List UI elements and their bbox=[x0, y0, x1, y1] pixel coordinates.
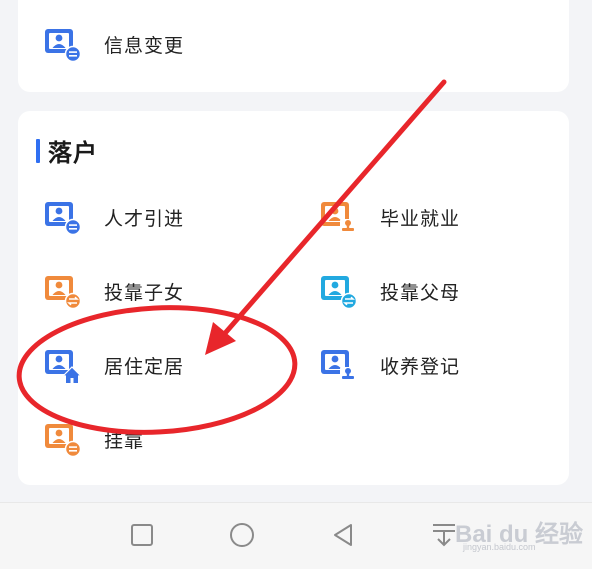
section-title: 落户 bbox=[36, 133, 98, 168]
person-card-exchange-icon bbox=[321, 276, 358, 310]
item-affiliation[interactable]: 挂靠 bbox=[42, 417, 144, 461]
person-card-home-icon bbox=[45, 350, 82, 383]
home-button[interactable] bbox=[229, 522, 255, 548]
item-label: 人才引进 bbox=[104, 207, 185, 230]
top-card: 信息变更 bbox=[18, 0, 569, 92]
item-label: 居住定居 bbox=[104, 355, 185, 378]
item-label: 挂靠 bbox=[104, 429, 145, 452]
item-residence-settlement[interactable]: 居住定居 bbox=[42, 343, 184, 387]
item-label: 投靠父母 bbox=[380, 281, 461, 304]
item-talent-introduction[interactable]: 人才引进 bbox=[42, 195, 184, 239]
triangle-back-icon bbox=[334, 524, 352, 546]
section-accent-bar bbox=[36, 138, 40, 163]
item-label: 收养登记 bbox=[380, 355, 461, 378]
item-label: 信息变更 bbox=[104, 34, 185, 57]
item-info-change[interactable]: 信息变更 bbox=[42, 22, 184, 66]
download-menu-icon bbox=[433, 524, 455, 547]
item-label: 投靠子女 bbox=[104, 281, 185, 304]
item-label: 毕业就业 bbox=[380, 207, 461, 230]
item-adoption-registration[interactable]: 收养登记 bbox=[318, 343, 460, 387]
person-card-list-icon bbox=[45, 424, 82, 458]
notification-pull-button[interactable] bbox=[431, 522, 457, 548]
watermark-url: jingyan.baidu.com bbox=[463, 542, 536, 552]
circle-home-icon bbox=[230, 523, 254, 547]
item-join-parents[interactable]: 投靠父母 bbox=[318, 269, 460, 313]
back-button[interactable] bbox=[331, 522, 355, 548]
person-card-list-icon bbox=[45, 29, 82, 63]
person-card-list-icon bbox=[45, 202, 82, 236]
person-card-stamp-icon bbox=[321, 350, 356, 381]
recents-button[interactable] bbox=[130, 523, 154, 547]
person-card-stamp-icon bbox=[321, 202, 356, 233]
item-graduate-employment[interactable]: 毕业就业 bbox=[318, 195, 460, 239]
item-join-children[interactable]: 投靠子女 bbox=[42, 269, 184, 313]
square-recents-icon bbox=[131, 524, 153, 546]
person-card-exchange-icon bbox=[45, 276, 82, 310]
section-title-text: 落户 bbox=[48, 139, 98, 167]
baidu-watermark: Bai du 经验 jingyan.baidu.com bbox=[455, 514, 585, 554]
